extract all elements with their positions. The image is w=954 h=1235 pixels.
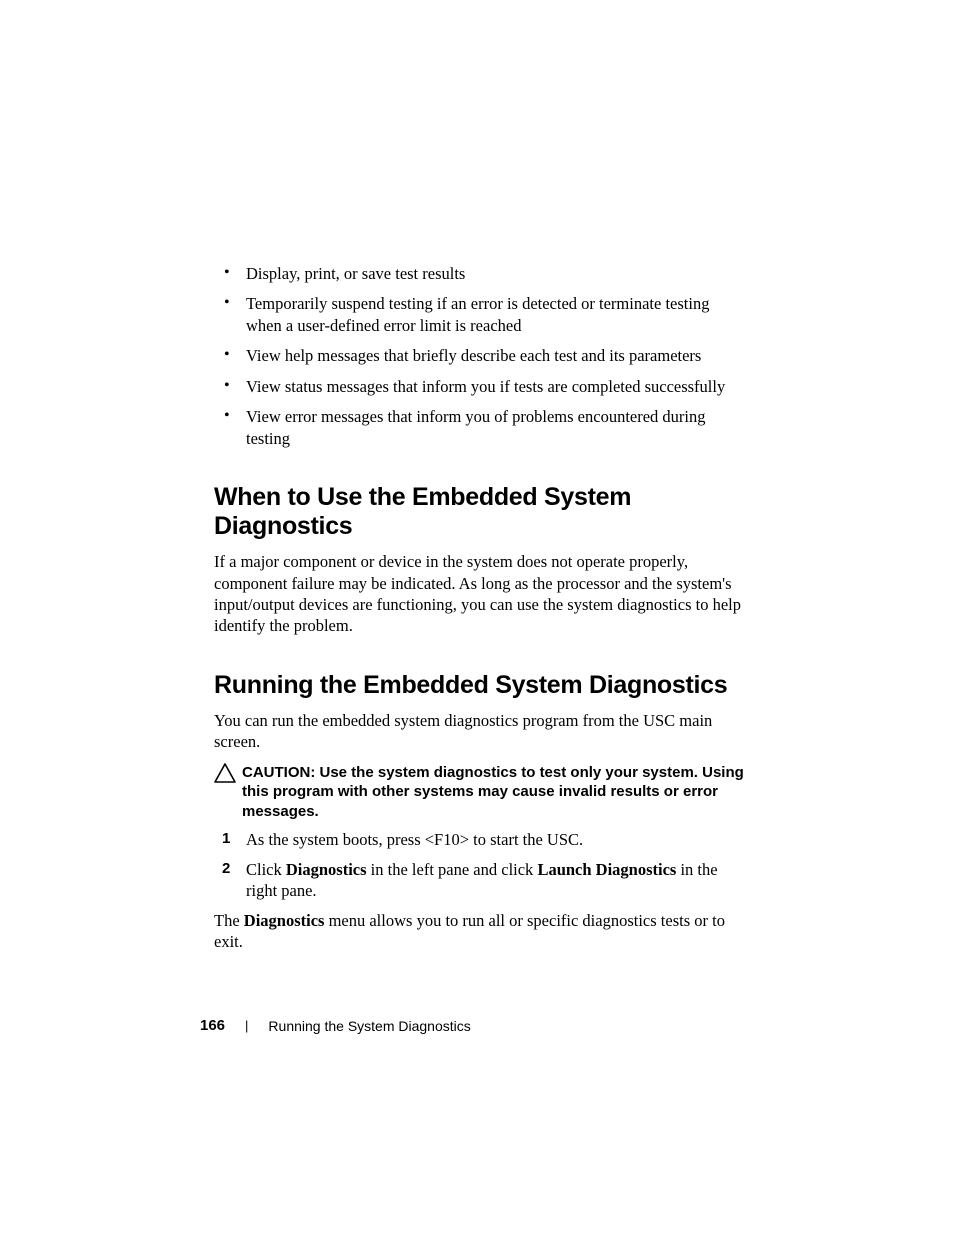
bullet-icon: • (224, 263, 230, 284)
list-item: • View help messages that briefly describ… (214, 345, 744, 366)
list-item-text: View status messages that inform you if … (246, 377, 725, 396)
step-number: 2 (222, 859, 230, 879)
step-number: 1 (222, 829, 230, 849)
page: • Display, print, or save test results • T… (0, 0, 954, 1235)
list-item-text: View error messages that inform you of p… (246, 407, 706, 447)
caution-icon (214, 763, 236, 788)
footer-divider: | (245, 1018, 248, 1033)
bullet-icon: • (224, 345, 230, 366)
heading-running: Running the Embedded System Diagnostics (214, 671, 744, 700)
caution-text: CAUTION: Use the system diagnostics to t… (242, 763, 744, 822)
list-item: • Display, print, or save test results (214, 263, 744, 284)
footer-title: Running the System Diagnostics (268, 1018, 470, 1034)
main-content: • Display, print, or save test results • T… (214, 263, 744, 960)
bullet-icon: • (224, 406, 230, 427)
list-item: • View error messages that inform you of … (214, 406, 744, 449)
step-item: 2 Click Diagnostics in the left pane and… (214, 859, 744, 902)
caution-block: CAUTION: Use the system diagnostics to t… (214, 763, 744, 822)
page-footer: 166 | Running the System Diagnostics (200, 1017, 760, 1034)
bullet-icon: • (224, 376, 230, 397)
closing-para: The Diagnostics menu allows you to run a… (214, 910, 744, 953)
list-item-text: View help messages that briefly describe… (246, 346, 701, 365)
step-text: As the system boots, press <F10> to star… (246, 830, 583, 849)
caution-label: CAUTION: (242, 764, 320, 781)
step-item: 1 As the system boots, press <F10> to st… (214, 829, 744, 850)
heading-when-to-use: When to Use the Embedded System Diagnost… (214, 483, 744, 541)
list-item-text: Display, print, or save test results (246, 264, 465, 283)
para-running-intro: You can run the embedded system diagnost… (214, 710, 744, 753)
list-item: • Temporarily suspend testing if an error… (214, 293, 744, 336)
para-when-to-use: If a major component or device in the sy… (214, 551, 744, 637)
list-item-text: Temporarily suspend testing if an error … (246, 294, 709, 334)
step-text: Click Diagnostics in the left pane and c… (246, 860, 718, 900)
list-item: • View status messages that inform you if… (214, 376, 744, 397)
steps-list: 1 As the system boots, press <F10> to st… (214, 829, 744, 901)
page-number: 166 (200, 1017, 225, 1034)
bullet-icon: • (224, 293, 230, 314)
feature-list: • Display, print, or save test results • T… (214, 263, 744, 449)
